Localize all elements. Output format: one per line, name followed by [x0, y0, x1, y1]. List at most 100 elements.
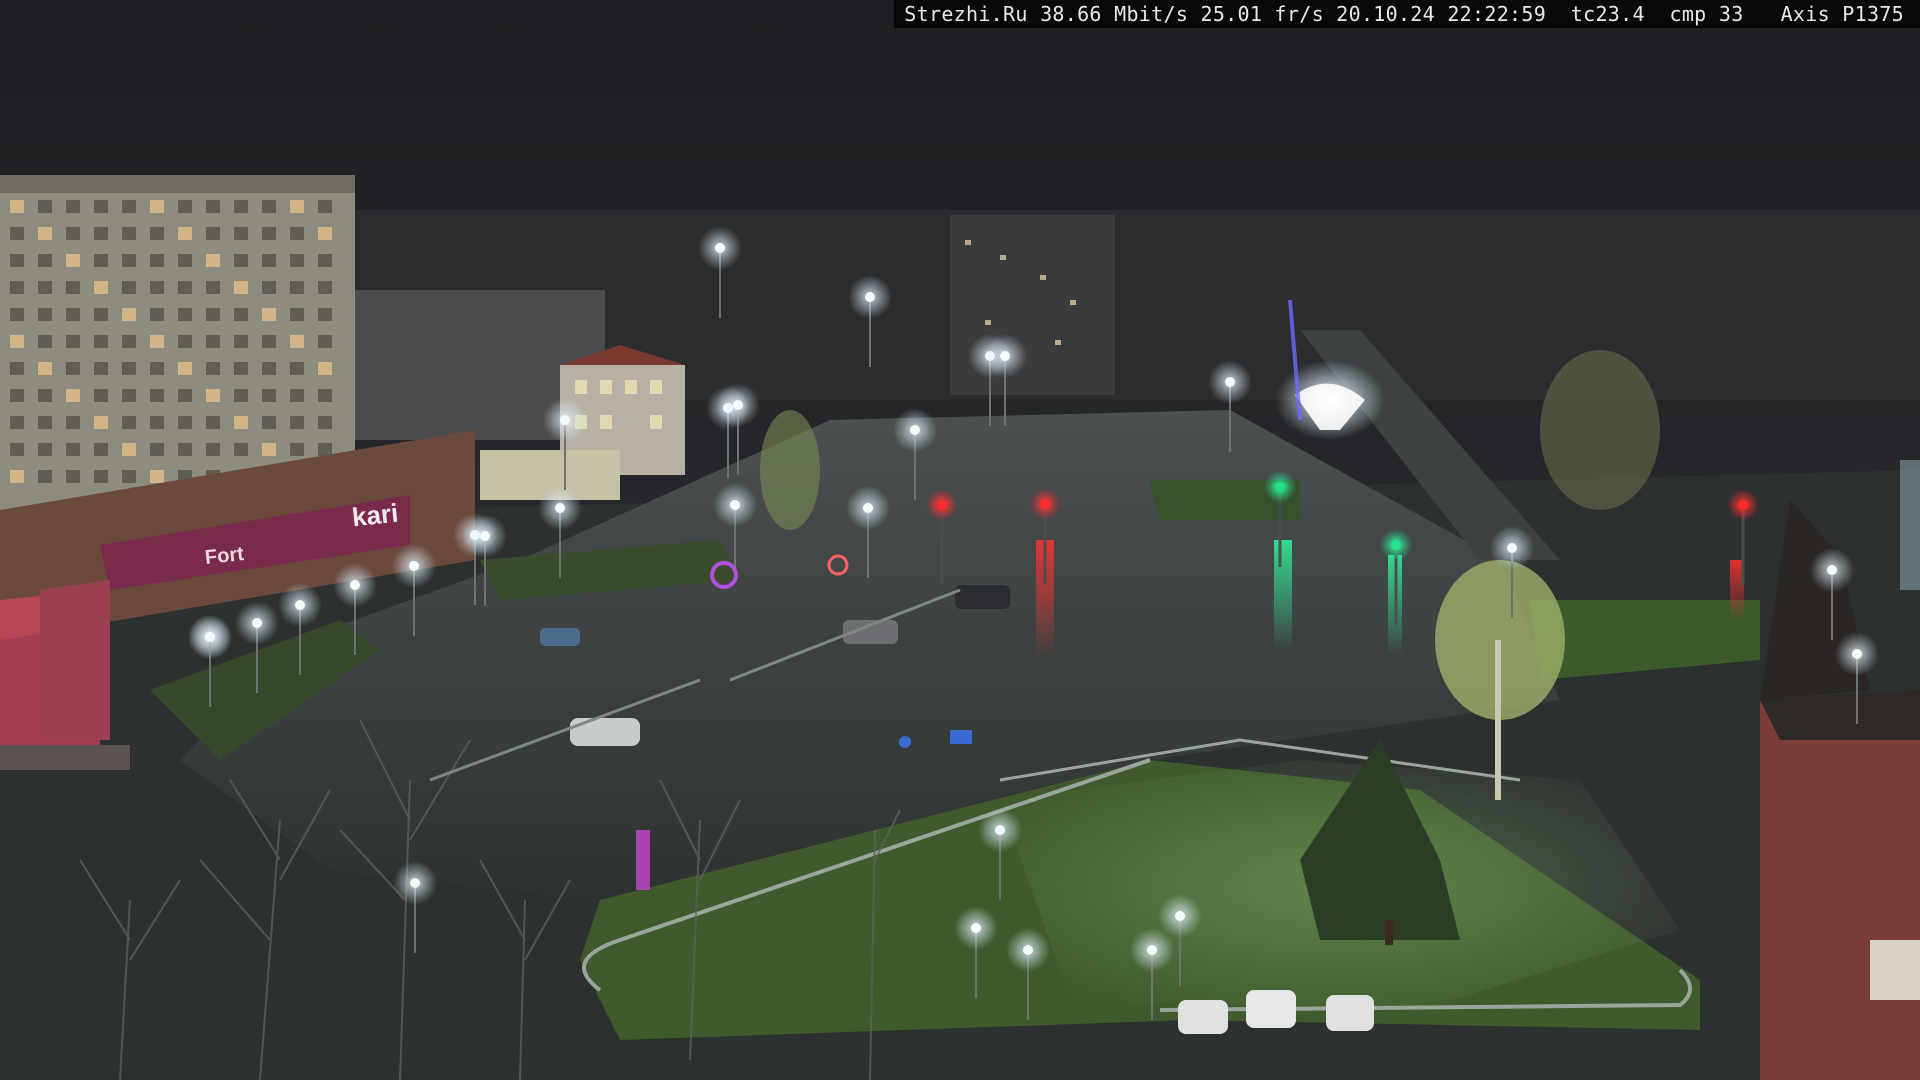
apartment-window — [290, 335, 304, 348]
lamp-bulb — [730, 500, 740, 510]
lamp-bulb — [910, 425, 920, 435]
green-signal — [1275, 482, 1285, 492]
apartment-window — [10, 308, 24, 321]
lamp-bulb — [1175, 911, 1185, 921]
apartment-window — [122, 281, 136, 294]
apartment-window — [150, 200, 164, 213]
apartment-window — [234, 362, 248, 375]
apartment-window — [318, 335, 332, 348]
apartment-window — [66, 308, 80, 321]
apartment-window — [10, 335, 24, 348]
apartment-window — [178, 227, 192, 240]
apartment-window — [290, 416, 304, 429]
apartment-window — [318, 443, 332, 456]
apartment-window — [38, 335, 52, 348]
apartment-window — [150, 470, 164, 483]
green-reflection-1 — [1274, 540, 1292, 650]
apartment-window — [318, 254, 332, 267]
apartment-window — [66, 470, 80, 483]
apartment-window — [66, 362, 80, 375]
apartment-window — [94, 362, 108, 375]
apartment-window — [206, 308, 220, 321]
apartment-window — [150, 254, 164, 267]
apartment-window — [122, 308, 136, 321]
apartment-window — [178, 200, 192, 213]
apartment-window — [94, 281, 108, 294]
lamp-bulb — [971, 923, 981, 933]
apartment-window — [122, 443, 136, 456]
apartment-window — [290, 443, 304, 456]
apartment-window — [150, 416, 164, 429]
apartment-window — [150, 308, 164, 321]
apartment-roof — [0, 175, 355, 193]
apartment-window — [94, 335, 108, 348]
apartment-window — [10, 254, 24, 267]
apartment-window — [262, 443, 276, 456]
lamp-bulb — [1852, 649, 1862, 659]
apartment-window — [206, 227, 220, 240]
apartment-window — [178, 308, 192, 321]
lamp-bulb — [295, 600, 305, 610]
apartment-window — [234, 443, 248, 456]
apartment-window — [290, 308, 304, 321]
apartment-window — [206, 416, 220, 429]
overlay-bitrate: 38.66 Mbit/s — [1040, 2, 1189, 26]
apartment-window — [178, 281, 192, 294]
overlay-date: 20.10.24 — [1336, 2, 1435, 26]
apartment-window — [66, 443, 80, 456]
lamp-bulb — [560, 415, 570, 425]
apartment-window — [94, 254, 108, 267]
green-signal — [1391, 540, 1401, 550]
apartment-window — [262, 200, 276, 213]
lamp-bulb — [733, 400, 743, 410]
night-street-scene — [0, 0, 1920, 1080]
apartment-window — [38, 254, 52, 267]
apartment-window — [122, 389, 136, 402]
apartment-window — [10, 200, 24, 213]
overlay-tc: tc23.4 — [1570, 2, 1645, 26]
apartment-window — [206, 281, 220, 294]
apartment-window — [262, 362, 276, 375]
apartment-window — [206, 362, 220, 375]
apartment-window — [206, 200, 220, 213]
apartment-window — [234, 416, 248, 429]
apartment-window — [178, 335, 192, 348]
apartment-window — [94, 308, 108, 321]
apartment-window — [290, 389, 304, 402]
overlay-time: 22:22:59 — [1447, 2, 1547, 26]
birch-trunk — [1495, 640, 1501, 800]
mall-pillar — [40, 580, 110, 740]
lamp-bulb — [715, 243, 725, 253]
lamp-bulb — [350, 580, 360, 590]
apartment-window — [262, 227, 276, 240]
apartment-window — [234, 335, 248, 348]
apartment-window — [10, 227, 24, 240]
overlay-cmp: cmp 33 — [1669, 2, 1744, 26]
apartment-window — [66, 227, 80, 240]
red-signal — [1040, 499, 1050, 509]
mall-base — [0, 745, 130, 770]
apartment-window — [38, 308, 52, 321]
apartment-window — [206, 254, 220, 267]
apartment-window — [262, 335, 276, 348]
apartment-window — [206, 389, 220, 402]
overlay-camera: Axis P1375 — [1780, 2, 1904, 26]
apartment-window — [290, 281, 304, 294]
apartment-window — [150, 389, 164, 402]
apartment-window — [150, 227, 164, 240]
apartment-window — [122, 416, 136, 429]
apartment-window — [94, 389, 108, 402]
lamp-bulb — [555, 503, 565, 513]
apartment-window — [38, 362, 52, 375]
apartment-window — [290, 254, 304, 267]
apartment-window — [262, 254, 276, 267]
store-sign-fort: Fort — [203, 543, 245, 569]
apartment-window — [178, 254, 192, 267]
apartment-window — [10, 281, 24, 294]
apartment-window — [10, 362, 24, 375]
apartment-window — [234, 389, 248, 402]
lamp-bulb — [480, 531, 490, 541]
apartment-window — [206, 335, 220, 348]
apartment-window — [10, 470, 24, 483]
apartment-window — [234, 200, 248, 213]
